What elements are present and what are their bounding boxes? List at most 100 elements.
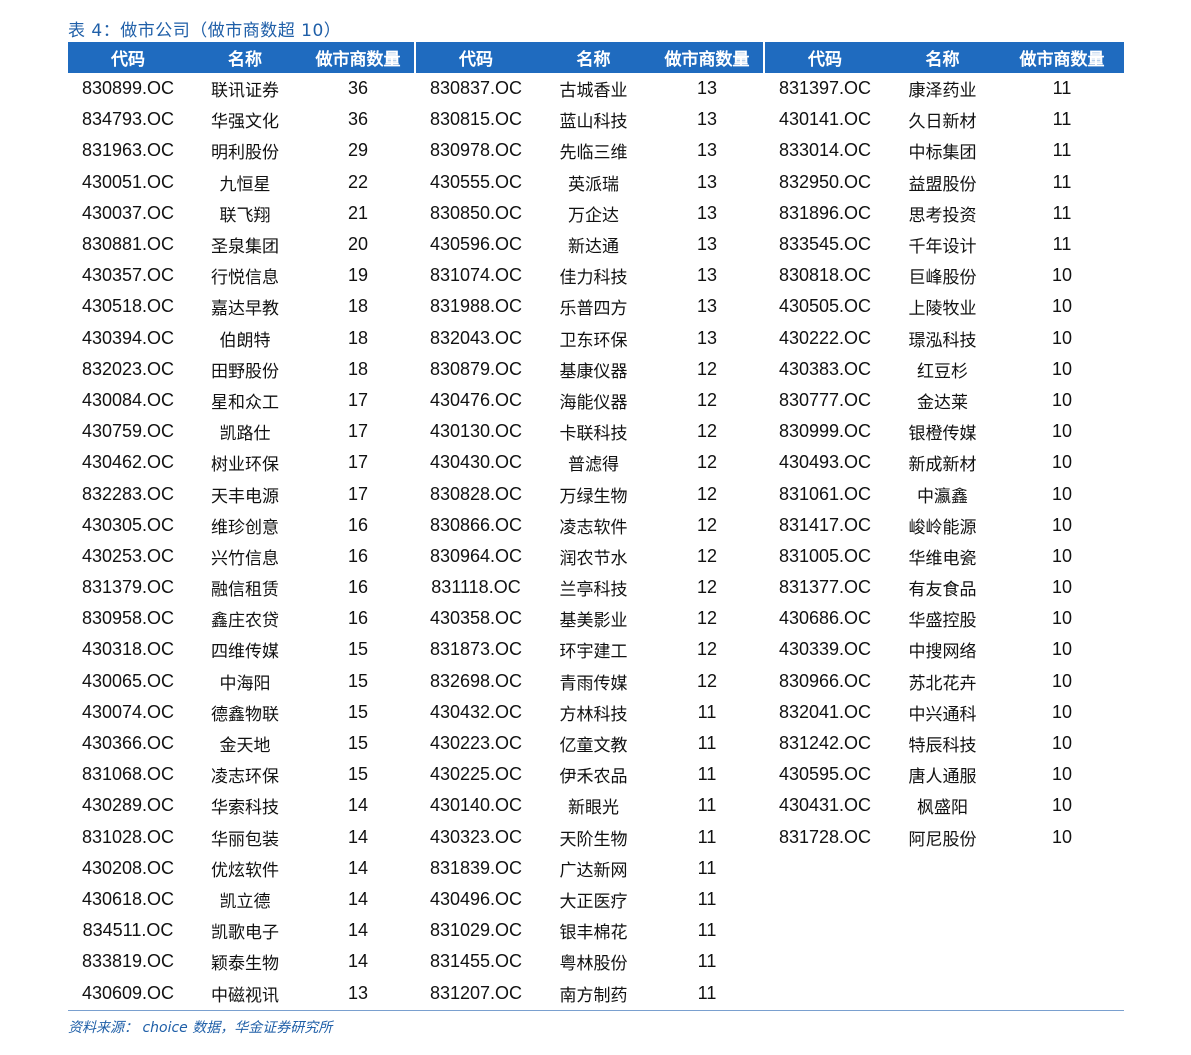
market-maker-count-cell: 11 [697, 701, 717, 722]
stock-code-cell: 430223.OC [414, 727, 536, 760]
stock-code-cell: 830881.OC [81, 234, 175, 255]
stock-code-cell: 831377.OC [763, 572, 885, 604]
company-name-cell: 海能仪器 [559, 392, 628, 413]
market-maker-count-cell: 15 [347, 733, 369, 754]
stock-code-cell: 430431.OC [763, 790, 885, 822]
market-maker-count-cell: 12 [696, 608, 718, 629]
stock-code-cell: 430037.OC [81, 202, 175, 223]
company-name-cell: 金天地 [219, 736, 271, 757]
market-maker-count-cell: 13 [696, 140, 718, 161]
market-maker-count-cell: 11 [697, 951, 717, 972]
company-name-cell [885, 884, 1000, 915]
company-name-cell: 枫盛阳 [917, 798, 968, 819]
table-row: 430759.OC 凯路仕 17 430130.OC 卡联科技 12 830999.OC 银橙… [68, 416, 1124, 448]
company-name-cell: 华丽包装 [211, 829, 279, 850]
market-maker-count-cell: 13 [696, 234, 718, 255]
company-name-cell: 青雨传媒 [559, 673, 628, 694]
company-name-cell: 德鑫物联 [211, 704, 279, 725]
company-name-cell: 先临三维 [559, 143, 628, 164]
market-maker-count-cell: 21 [347, 202, 369, 223]
table-row: 430065.OC 中海阳 15 832698.OC 青雨传媒 12 830966.OC 苏北… [68, 665, 1124, 697]
table-caption: 表 4：做市公司（做市商数超 10） [68, 21, 342, 41]
company-name-cell: 兴竹信息 [211, 548, 279, 569]
footer-rule [68, 1010, 1124, 1011]
company-name-cell: 华盛控股 [908, 611, 977, 632]
stock-code-cell: 831029.OC [414, 915, 536, 947]
market-maker-count-cell: 10 [1051, 483, 1073, 504]
company-name-cell: 基康仪器 [559, 361, 628, 382]
stock-code-cell: 430305.OC [81, 514, 175, 535]
stock-code-cell: 430222.OC [763, 322, 885, 354]
stock-code-cell: 833545.OC [763, 228, 885, 261]
stock-code-cell: 430339.OC [763, 634, 885, 666]
company-name-cell: 联讯证券 [211, 81, 279, 102]
stock-code-cell: 430595.OC [763, 759, 885, 791]
market-maker-count-cell: 10 [1051, 670, 1073, 691]
company-name-cell: 千年设计 [908, 237, 977, 258]
stock-code-cell: 430383.OC [763, 353, 885, 385]
company-name-cell: 新成新材 [908, 455, 977, 476]
market-maker-count-cell: 14 [347, 795, 369, 816]
market-maker-count-cell: 10 [1051, 327, 1073, 348]
table-row: 830881.OC 圣泉集团 20 430596.OC 新达通 13 833545.OC 千年… [68, 228, 1124, 261]
stock-code-cell: 831118.OC [414, 572, 536, 604]
market-maker-count-cell: 17 [347, 389, 369, 410]
company-name-cell: 方林科技 [559, 704, 628, 725]
company-name-cell: 联飞翔 [219, 205, 271, 226]
table-header-row: 代码 名称 做市商数量 代码 名称 做市商数量 代码 名称 做市商数量 [68, 42, 1124, 73]
stock-code-cell: 430084.OC [81, 389, 175, 410]
stock-code-cell: 430596.OC [414, 228, 536, 261]
header-name: 名称 [188, 42, 302, 73]
stock-code-cell: 430208.OC [81, 857, 175, 878]
market-maker-count-cell: 14 [347, 951, 369, 972]
stock-code-cell: 830837.OC [414, 73, 536, 105]
stock-code-cell: 430225.OC [414, 759, 536, 791]
company-name-cell: 益盟股份 [908, 174, 977, 195]
table-row: 430289.OC 华索科技 14 430140.OC 新眼光 11 430431.OC 枫盛… [68, 790, 1124, 822]
stock-code-cell: 831061.OC [763, 478, 885, 510]
company-name-cell: 新达通 [568, 237, 619, 258]
company-name-cell: 凌志环保 [211, 767, 279, 788]
company-name-cell: 优炫软件 [211, 860, 279, 881]
company-name-cell: 伊禾农品 [559, 767, 628, 788]
company-name-cell [885, 977, 1000, 1008]
market-maker-count-cell: 12 [696, 452, 718, 473]
stock-code-cell: 830966.OC [763, 665, 885, 697]
company-name-cell: 广达新网 [559, 860, 628, 881]
stock-code-cell: 831839.OC [414, 852, 536, 884]
stock-code-cell: 832043.OC [414, 322, 536, 354]
market-maker-count-cell: 13 [696, 202, 718, 223]
company-name-cell: 金达莱 [917, 392, 968, 413]
stock-code-cell: 430366.OC [81, 733, 175, 754]
company-name-cell: 中标集团 [908, 143, 977, 164]
market-maker-count-cell: 13 [696, 171, 718, 192]
market-maker-count-cell: 10 [1051, 795, 1073, 816]
stock-code-cell: 830777.OC [763, 384, 885, 417]
company-name-cell [885, 946, 1000, 977]
market-maker-count-cell [1000, 915, 1124, 946]
stock-code-cell: 831728.OC [763, 821, 885, 853]
market-maker-count-cell: 10 [1051, 733, 1073, 754]
market-maker-count-cell: 17 [347, 483, 369, 504]
table-row: 831963.OC 明利股份 29 830978.OC 先临三维 13 833014.OC 中… [68, 135, 1124, 167]
market-maker-count-cell: 11 [1052, 234, 1072, 255]
market-maker-count-cell: 18 [347, 327, 369, 348]
company-name-cell: 苏北花卉 [908, 673, 977, 694]
market-maker-count-cell: 10 [1051, 265, 1073, 286]
market-maker-count-cell: 10 [1051, 577, 1073, 598]
stock-code-cell: 831455.OC [414, 946, 536, 978]
market-maker-count-cell [1000, 946, 1124, 977]
stock-code-cell: 430394.OC [81, 327, 175, 348]
market-maker-count-cell: 13 [696, 327, 718, 348]
stock-code-cell: 830899.OC [81, 78, 175, 99]
company-name-cell: 中搜网络 [908, 642, 977, 663]
company-name-cell: 凯路仕 [219, 424, 271, 445]
market-maker-count-cell: 11 [697, 920, 717, 941]
company-name-cell: 兰亭科技 [559, 580, 628, 601]
company-name-cell: 卫东环保 [559, 330, 628, 351]
market-maker-count-cell: 15 [347, 670, 369, 691]
company-name-cell: 璟泓科技 [908, 330, 977, 351]
company-name-cell: 银橙传媒 [908, 424, 977, 445]
table-row: 430366.OC 金天地 15 430223.OC 亿童文教 11 831242.OC 特辰… [68, 727, 1124, 760]
stock-code-cell: 430432.OC [414, 696, 536, 728]
